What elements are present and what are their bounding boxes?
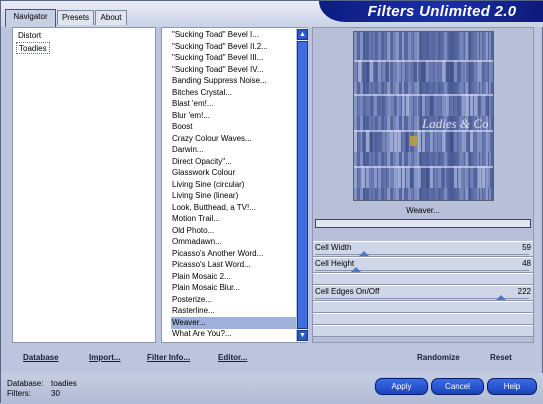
param-value: 48 <box>522 259 531 268</box>
filter-list-scrollbar[interactable]: ▲ ▼ <box>296 28 308 342</box>
filter-item[interactable]: Blast 'em!... <box>171 98 296 110</box>
filter-item[interactable]: "Sucking Toad" Bevel IV... <box>171 64 296 76</box>
filter-settings-panel: Ladies & Co Weaver... Cell Width 59 Cell… <box>312 27 534 343</box>
slider-track[interactable] <box>315 254 529 255</box>
category-list[interactable]: Distort Toadies <box>12 27 156 343</box>
param-value: 222 <box>517 287 531 296</box>
filter-item[interactable]: "Sucking Toad" Bevel II.2... <box>171 41 296 53</box>
database-button[interactable]: Database <box>23 353 59 362</box>
filter-list[interactable]: "Sucking Toad" Bevel I... "Sucking Toad" … <box>161 27 308 343</box>
filter-item[interactable]: Glasswork Colour <box>171 167 296 179</box>
category-item-toadies[interactable]: Toadies <box>16 42 50 54</box>
filter-item[interactable]: Blur 'em!... <box>171 110 296 122</box>
filter-item[interactable]: Plain Mosaic Blur... <box>171 282 296 294</box>
param-row-cell-edges[interactable]: Cell Edges On/Off 222 <box>313 285 533 301</box>
filter-description-bar <box>315 219 531 228</box>
tab-navigator[interactable]: Navigator <box>5 9 56 27</box>
category-item-distort[interactable]: Distort <box>16 30 43 42</box>
param-row-empty <box>313 273 533 285</box>
filter-item[interactable]: Posterize... <box>171 294 296 306</box>
filter-item[interactable]: Banding Suppress Noise... <box>171 75 296 87</box>
app-title: Filters Unlimited 2.0 <box>367 3 517 20</box>
param-row-cell-height[interactable]: Cell Height 48 <box>313 257 533 273</box>
cancel-button[interactable]: Cancel <box>431 378 484 395</box>
chevron-up-icon: ▲ <box>299 31 306 38</box>
filter-info-button[interactable]: Filter Info... <box>147 353 190 362</box>
slider-handle[interactable] <box>350 267 361 272</box>
status-database: Database: toadies <box>7 379 77 388</box>
apply-button[interactable]: Apply <box>375 378 428 395</box>
filter-item[interactable]: Look, Butthead, a TV!... <box>171 202 296 214</box>
status-database-label: Database: <box>7 379 44 388</box>
filter-item[interactable]: Motion Trail... <box>171 213 296 225</box>
filter-item[interactable]: Weaver... <box>171 316 296 329</box>
filter-item[interactable]: Bitches Crystal... <box>171 87 296 99</box>
filter-item[interactable]: Boost <box>171 121 296 133</box>
filter-item[interactable]: Old Photo... <box>171 225 296 237</box>
filter-item[interactable]: What Are You?... <box>171 328 296 340</box>
param-label: Cell Width <box>315 243 352 252</box>
help-button[interactable]: Help <box>487 378 537 395</box>
filter-item[interactable]: Rasterline... <box>171 305 296 317</box>
filter-item[interactable]: "Sucking Toad" Bevel III... <box>171 52 296 64</box>
filter-item[interactable]: Picasso's Another Word... <box>171 248 296 260</box>
editor-button[interactable]: Editor... <box>218 353 247 362</box>
filter-item[interactable]: Direct Opacity"... <box>171 156 296 168</box>
filter-item[interactable]: Living Sine (linear) <box>171 190 296 202</box>
filter-item[interactable]: "Sucking Toad" Bevel I... <box>171 29 296 41</box>
slider-handle[interactable] <box>496 295 507 300</box>
filter-item[interactable]: Plain Mosaic 2... <box>171 271 296 283</box>
scroll-down-button[interactable]: ▼ <box>297 330 308 341</box>
param-row-empty <box>313 301 533 313</box>
filter-item[interactable]: Darwin... <box>171 144 296 156</box>
filters-unlimited-window: Filters Unlimited 2.0 Navigator Presets … <box>0 0 543 404</box>
slider-track[interactable] <box>315 270 529 271</box>
preview-image: Ladies & Co <box>353 31 494 201</box>
param-label: Cell Edges On/Off <box>315 287 380 296</box>
scrollbar-thumb[interactable] <box>297 41 308 329</box>
randomize-button[interactable]: Randomize <box>417 353 460 362</box>
status-database-value: toadies <box>51 379 77 388</box>
param-row-empty <box>313 325 533 337</box>
selected-filter-name: Weaver... <box>406 206 440 215</box>
reset-button[interactable]: Reset <box>490 353 512 362</box>
status-filters-label: Filters: <box>7 389 31 398</box>
preview-watermark: Ladies & Co <box>422 116 489 131</box>
tab-presets[interactable]: Presets <box>57 10 94 25</box>
status-filters: Filters: 30 <box>7 389 60 398</box>
filter-item[interactable]: Crazy Colour Waves... <box>171 133 296 145</box>
filter-item[interactable]: Picasso's Last Word... <box>171 259 296 271</box>
param-value: 59 <box>522 243 531 252</box>
param-row-cell-width[interactable]: Cell Width 59 <box>313 241 533 257</box>
filter-item[interactable]: Living Sine (circular) <box>171 179 296 191</box>
chevron-down-icon: ▼ <box>299 332 306 339</box>
tab-about[interactable]: About <box>95 10 127 25</box>
param-label: Cell Height <box>315 259 355 268</box>
param-row-empty <box>313 313 533 325</box>
scroll-up-button[interactable]: ▲ <box>297 29 308 40</box>
filter-item[interactable]: Ommadawn... <box>171 236 296 248</box>
import-button[interactable]: Import... <box>89 353 121 362</box>
slider-handle[interactable] <box>359 251 370 256</box>
status-filters-value: 30 <box>51 389 60 398</box>
